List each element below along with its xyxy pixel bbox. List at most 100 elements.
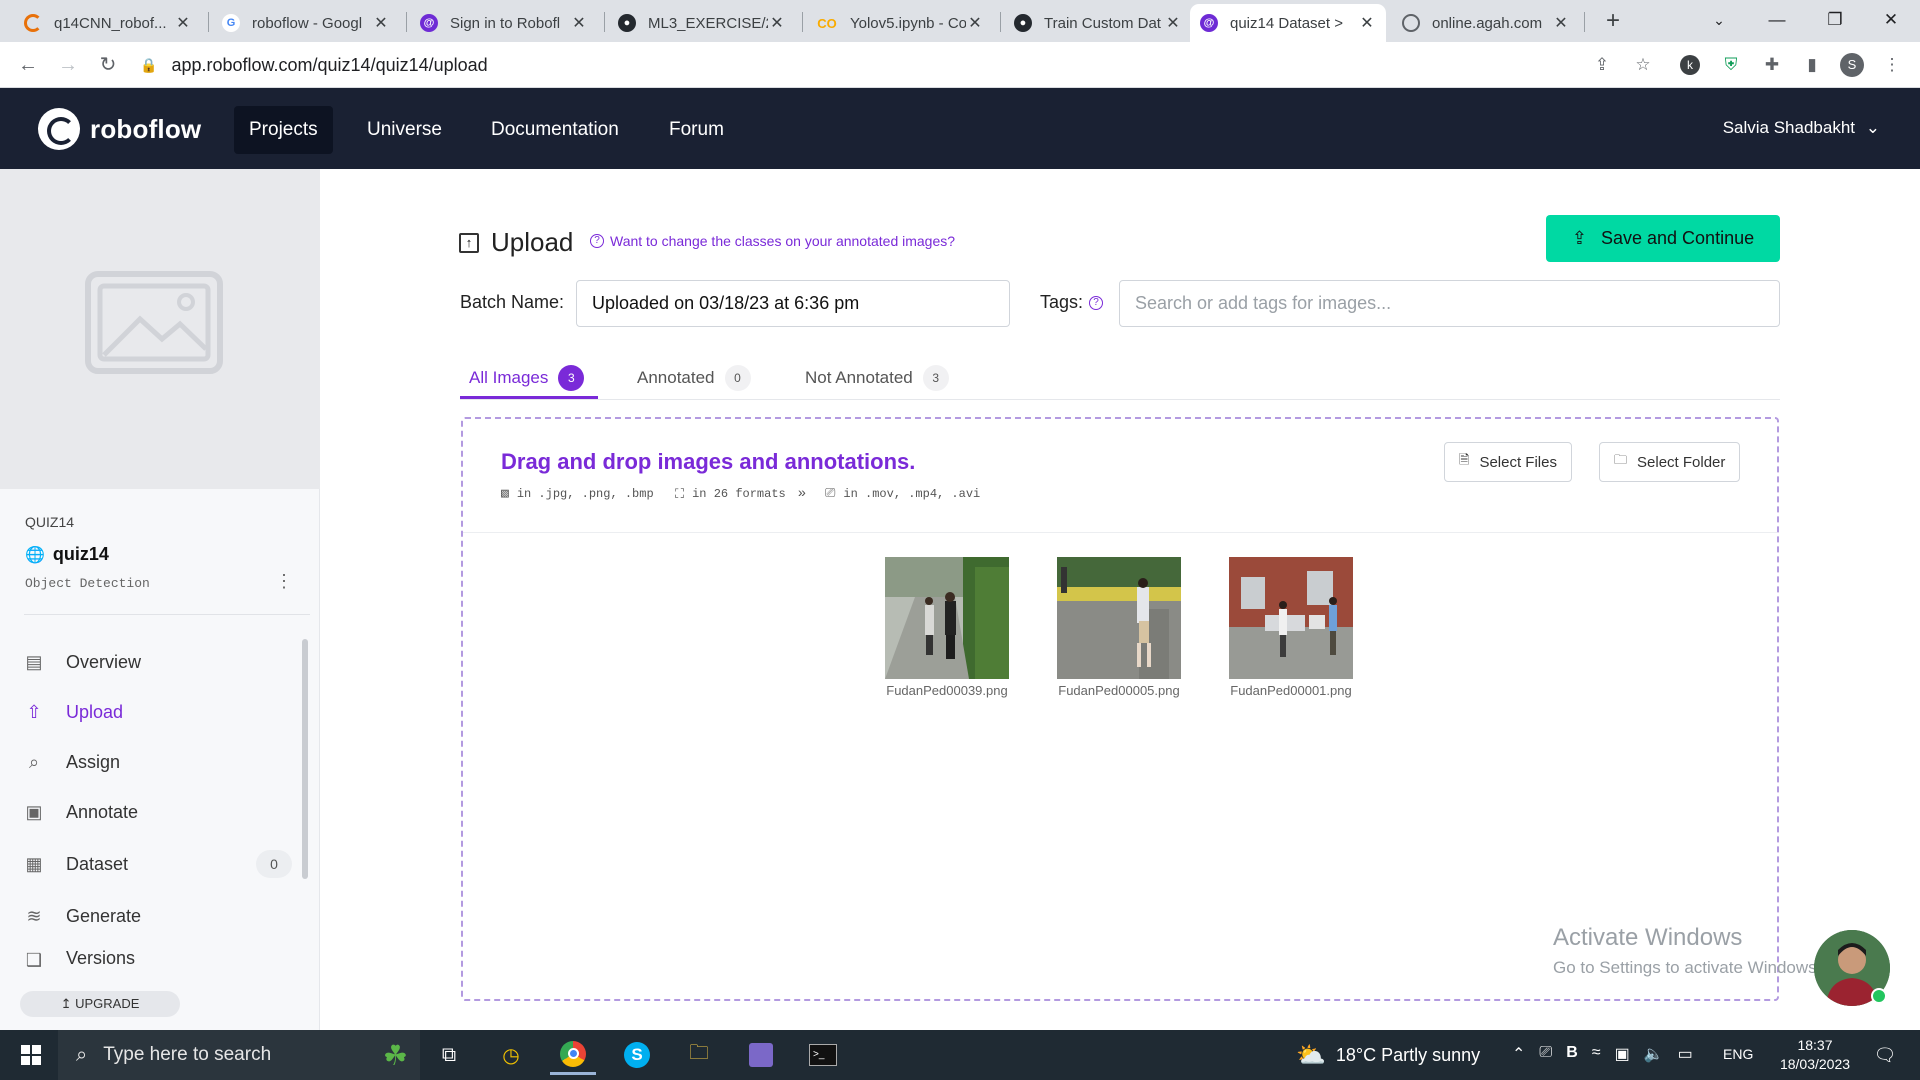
close-tab-icon[interactable]: ✕ — [1358, 13, 1376, 33]
image-thumbnail[interactable] — [1229, 557, 1353, 679]
nav-forum[interactable]: Forum — [654, 106, 739, 154]
new-tab-button[interactable]: + — [1598, 6, 1628, 36]
browser-tab-active[interactable]: @ quiz14 Dataset > ✕ — [1190, 4, 1386, 42]
batch-name-field[interactable]: Uploaded on 03/18/23 at 6:36 pm — [576, 280, 1010, 327]
browser-tab[interactable]: ● ML3_EXERCISE/2. ✕ — [608, 4, 796, 42]
notifications-icon[interactable]: 🗨 — [1862, 1035, 1908, 1075]
project-name[interactable]: 🌐 quiz14 — [25, 544, 109, 565]
clock[interactable]: 18:37 18/03/2023 — [1770, 1036, 1860, 1074]
battery-icon[interactable]: ▭ — [1678, 1044, 1693, 1064]
roboflow-logo[interactable]: roboflow — [38, 108, 201, 150]
annotation-formats: ⛶ in 26 formats » — [675, 486, 807, 502]
image-formats: ▧ in .jpg, .png, .bmp — [501, 486, 654, 501]
close-tab-icon[interactable]: ✕ — [570, 13, 588, 33]
select-folder-button[interactable]: 🗀 Select Folder — [1599, 442, 1741, 482]
close-tab-icon[interactable]: ✕ — [372, 13, 390, 33]
image-thumbnail[interactable] — [1057, 557, 1181, 679]
close-tab-icon[interactable]: ✕ — [1552, 13, 1570, 33]
user-menu[interactable]: Salvia Shadbakht ⌄ — [1723, 118, 1880, 138]
bookmark-star-icon[interactable]: ☆ — [1631, 53, 1655, 77]
browser-tab[interactable]: online.agah.com ✕ — [1392, 4, 1580, 42]
browser-tab[interactable]: CO Yolov5.ipynb - Co ✕ — [806, 4, 994, 42]
nav-documentation[interactable]: Documentation — [476, 106, 634, 154]
close-tab-icon[interactable]: ✕ — [966, 13, 984, 33]
tab-all-images[interactable]: All Images 3 — [469, 356, 585, 400]
project-options-icon[interactable]: ⋮ — [275, 571, 293, 592]
close-window-button[interactable]: ✕ — [1862, 0, 1920, 42]
url-field[interactable]: 🔒 app.roboflow.com/quiz14/quiz14/upload — [140, 46, 1630, 84]
forward-icon[interactable]: → — [52, 49, 84, 81]
sidebar-item-assign[interactable]: ⌕ Assign — [22, 744, 292, 780]
sidepanel-icon[interactable]: ▮ — [1800, 53, 1824, 77]
select-files-button[interactable]: 🗎 Select Files — [1444, 442, 1572, 482]
bounding-box-icon: ⛶ — [675, 486, 685, 502]
minimize-button[interactable]: — — [1748, 0, 1806, 42]
tab-annotated[interactable]: Annotated 0 — [637, 356, 751, 400]
puzzle-icon[interactable]: ✚ — [1760, 53, 1784, 77]
drop-zone[interactable] — [461, 417, 1779, 1001]
dataset-icon: ▦ — [25, 853, 43, 874]
close-tab-icon[interactable]: ✕ — [1164, 13, 1182, 33]
save-and-continue-button[interactable]: ⇪ Save and Continue — [1546, 215, 1780, 262]
nav-projects[interactable]: Projects — [234, 106, 333, 154]
sidebar-item-generate[interactable]: ≋ Generate — [22, 898, 292, 934]
weather-widget[interactable]: ⛅ 18°C Partly sunny — [1296, 1030, 1480, 1080]
skype-icon[interactable]: S — [614, 1035, 660, 1075]
image-filename: FudanPed00039.png — [886, 683, 1008, 698]
close-tab-icon[interactable]: ✕ — [768, 13, 786, 33]
reload-icon[interactable]: ↻ — [92, 49, 124, 81]
upgrade-button[interactable]: ↥ UPGRADE — [20, 991, 180, 1017]
restore-button[interactable]: ❐ — [1806, 0, 1864, 42]
tab-not-annotated[interactable]: Not Annotated 3 — [805, 356, 949, 400]
back-icon[interactable]: ← — [12, 49, 44, 81]
browser-tab[interactable]: G roboflow - Googl ✕ — [212, 4, 400, 42]
chrome-icon[interactable] — [550, 1035, 596, 1075]
menu-icon[interactable]: ⋮ — [1880, 53, 1904, 77]
extension-icon[interactable]: k — [1680, 55, 1700, 75]
windows-start-icon[interactable] — [8, 1035, 54, 1075]
language-indicator[interactable]: ENG — [1723, 1046, 1753, 1062]
change-classes-link[interactable]: ? Want to change the classes on your ann… — [590, 233, 955, 249]
sidebar-item-upload[interactable]: ⇧ Upload — [22, 694, 292, 730]
globe-icon: 🌐 — [25, 546, 45, 564]
b-app-icon[interactable]: B — [1566, 1044, 1578, 1064]
tab-search-icon[interactable]: ⌄ — [1690, 0, 1748, 42]
github-icon: ● — [1014, 14, 1032, 32]
browser-tab[interactable]: @ Sign in to Robofl ✕ — [410, 4, 598, 42]
sidebar-scrollbar[interactable] — [302, 639, 308, 879]
app-icon[interactable] — [738, 1035, 784, 1075]
sidebar-item-annotate[interactable]: ▣ Annotate — [22, 794, 292, 830]
pedestrian-photo — [1229, 557, 1353, 679]
versions-icon: ❑ — [25, 949, 43, 970]
volume-icon[interactable]: 🔈 — [1644, 1044, 1664, 1064]
battery-saver-icon[interactable]: ▣ — [1615, 1044, 1630, 1064]
wifi-icon[interactable]: ≈ — [1592, 1044, 1601, 1064]
roboflow-icon: @ — [1200, 14, 1218, 32]
tags-input[interactable]: Search or add tags for images... — [1119, 280, 1780, 327]
share-icon[interactable]: ⇪ — [1590, 53, 1614, 77]
close-tab-icon[interactable]: ✕ — [174, 13, 192, 33]
image-thumbnail[interactable] — [885, 557, 1009, 679]
terminal-icon[interactable]: >_ — [800, 1035, 846, 1075]
pedestrian-photo — [885, 557, 1009, 679]
tab-count-badge: 3 — [922, 365, 949, 391]
browser-tab[interactable]: ● Train Custom Dat ✕ — [1004, 4, 1192, 42]
page-title: Upload — [491, 227, 574, 257]
clock-app-icon[interactable]: ◷ — [488, 1035, 534, 1075]
search-icon: ⌕ — [28, 751, 40, 772]
sidebar-item-versions[interactable]: ❑ Versions — [22, 948, 292, 972]
browser-tab[interactable]: q14CNN_robof... ✕ — [14, 4, 202, 42]
drop-zone-title: Drag and drop images and annotations. — [501, 449, 916, 474]
sidebar-item-overview[interactable]: ▤ Overview — [22, 644, 292, 680]
file-explorer-icon[interactable]: 🗀 — [676, 1035, 722, 1075]
nav-universe[interactable]: Universe — [352, 106, 457, 154]
meet-icon[interactable]: ⎚ — [1539, 1044, 1552, 1064]
task-view-icon[interactable]: ⧉ — [426, 1035, 472, 1075]
sidebar-item-dataset[interactable]: ▦ Dataset 0 — [22, 846, 292, 882]
shield-icon[interactable]: ⛨ — [1719, 53, 1743, 77]
profile-avatar[interactable]: S — [1840, 53, 1864, 77]
chevron-up-icon[interactable]: ⌃ — [1512, 1044, 1525, 1064]
project-type: Object Detection — [25, 576, 150, 591]
taskbar-search-box[interactable]: ⌕ Type here to search ☘ — [58, 1030, 420, 1080]
pedestrian-photo — [1057, 557, 1181, 679]
